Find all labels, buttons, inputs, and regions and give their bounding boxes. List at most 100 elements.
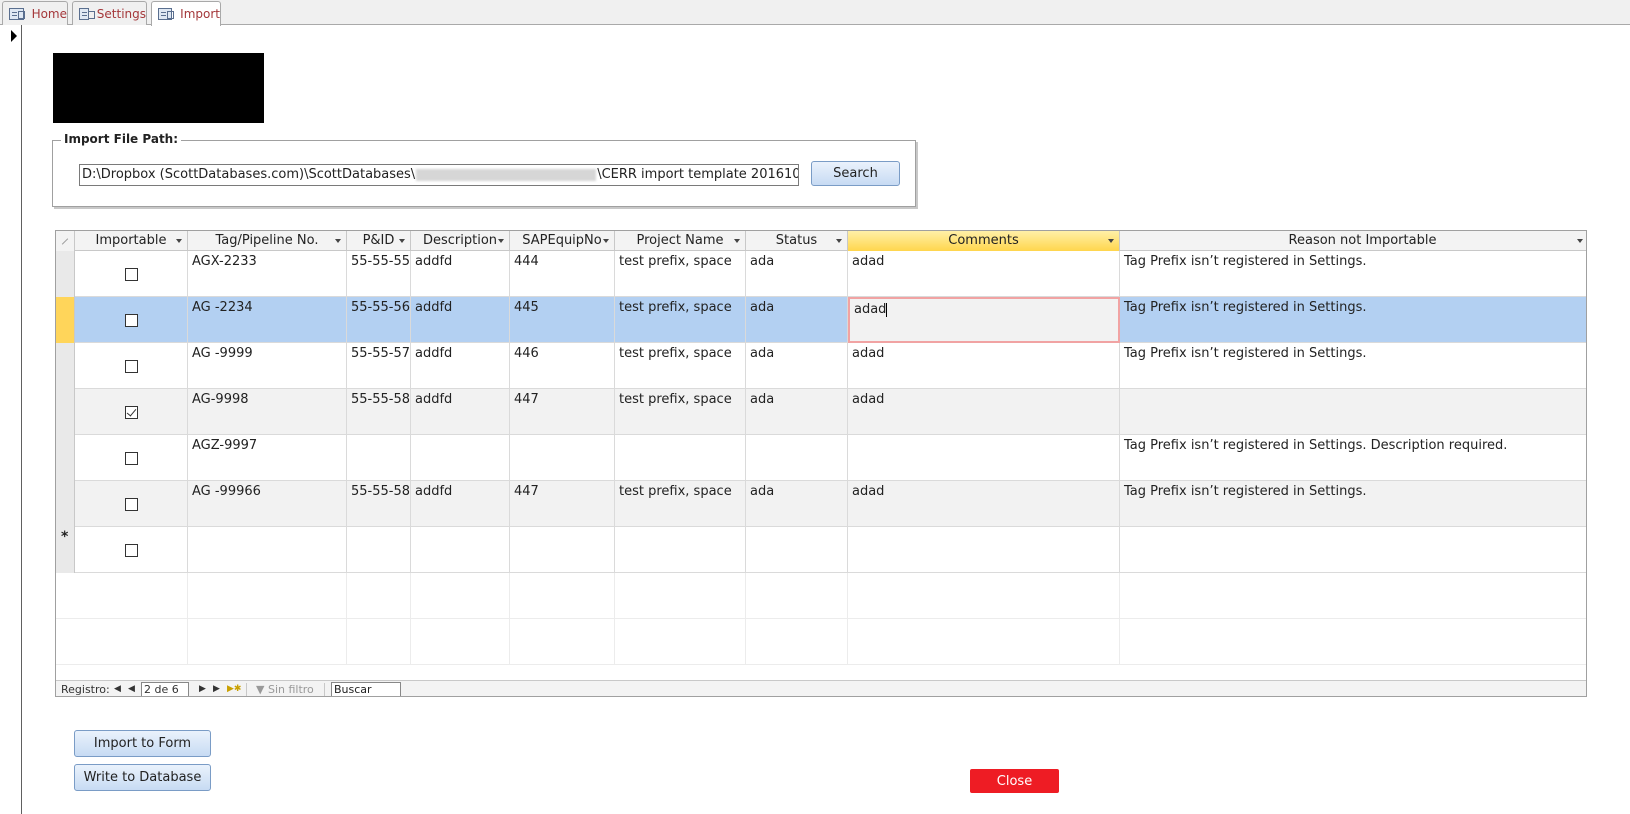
- cell-pid[interactable]: 55-55-56: [347, 297, 411, 343]
- cell-description[interactable]: addfd: [411, 297, 510, 343]
- cell-description[interactable]: [411, 435, 510, 481]
- cell-description[interactable]: addfd: [411, 343, 510, 389]
- cell-reason[interactable]: [1120, 527, 1586, 573]
- column-dropdown-icon[interactable]: [734, 239, 740, 243]
- cell-tag[interactable]: AG -2234: [188, 297, 347, 343]
- column-header-project-name[interactable]: Project Name: [615, 231, 746, 251]
- cell-project-name[interactable]: test prefix, space: [615, 481, 746, 527]
- cell-pid[interactable]: 55-55-57: [347, 343, 411, 389]
- cell-pid[interactable]: 55-55-58: [347, 389, 411, 435]
- cell-sapequipno[interactable]: [510, 527, 615, 573]
- form-record-selector[interactable]: [0, 25, 22, 814]
- tab-import[interactable]: Import: [151, 1, 221, 26]
- cell-tag[interactable]: [188, 527, 347, 573]
- column-header-sapequipno[interactable]: SAPEquipNo: [510, 231, 615, 251]
- column-dropdown-icon[interactable]: [335, 239, 341, 243]
- cell-sapequipno[interactable]: [510, 435, 615, 481]
- importable-checkbox[interactable]: [125, 314, 138, 327]
- import-file-path-input[interactable]: D:\Dropbox (ScottDatabases.com)\ScottDat…: [79, 164, 799, 186]
- cell-sapequipno[interactable]: 446: [510, 343, 615, 389]
- cell-status[interactable]: ada: [746, 481, 848, 527]
- close-button[interactable]: Close: [970, 769, 1059, 793]
- cell-description[interactable]: [411, 527, 510, 573]
- cell-sapequipno[interactable]: 447: [510, 481, 615, 527]
- previous-record-icon[interactable]: ◀: [128, 684, 135, 694]
- cell-comments[interactable]: [848, 527, 1120, 573]
- importable-checkbox[interactable]: [125, 268, 138, 281]
- cell-sapequipno[interactable]: 447: [510, 389, 615, 435]
- table-row[interactable]: AGX-2233 55-55-55 addfd 444 test prefix, spa…: [56, 251, 1586, 297]
- table-row[interactable]: AG -99966 55-55-58 addfd 447 test prefix, sp…: [56, 481, 1586, 527]
- write-to-database-button[interactable]: Write to Database: [74, 764, 211, 791]
- cell-tag[interactable]: AG -99966: [188, 481, 347, 527]
- cell-pid[interactable]: [347, 527, 411, 573]
- cell-comments[interactable]: adad: [848, 251, 1120, 297]
- cell-description[interactable]: addfd: [411, 251, 510, 297]
- cell-pid[interactable]: 55-55-55: [347, 251, 411, 297]
- table-row[interactable]: AG-9998 55-55-58 addfd 447 test prefix, spac…: [56, 389, 1586, 435]
- row-selector[interactable]: [56, 297, 75, 343]
- cell-sapequipno[interactable]: 444: [510, 251, 615, 297]
- import-to-form-button[interactable]: Import to Form: [74, 730, 211, 757]
- cell-reason[interactable]: Tag Prefix isn’t registered in Settings.: [1120, 481, 1586, 527]
- cell-project-name[interactable]: [615, 435, 746, 481]
- cell-status[interactable]: [746, 435, 848, 481]
- table-row[interactable]: AG -9999 55-55-57 addfd 446 test prefix, spa…: [56, 343, 1586, 389]
- column-header-pid[interactable]: P&ID: [347, 231, 411, 251]
- cell-status[interactable]: ada: [746, 297, 848, 343]
- select-all-corner[interactable]: [56, 231, 75, 251]
- cell-importable[interactable]: [75, 481, 188, 527]
- importable-checkbox[interactable]: [125, 544, 138, 557]
- tab-home[interactable]: Home: [2, 1, 68, 25]
- row-selector[interactable]: *: [56, 527, 75, 573]
- cell-tag[interactable]: AGZ-9997: [188, 435, 347, 481]
- cell-description[interactable]: addfd: [411, 389, 510, 435]
- column-header-reason[interactable]: Reason not Importable: [1120, 231, 1586, 251]
- cell-reason[interactable]: Tag Prefix isn’t registered in Settings.: [1120, 343, 1586, 389]
- row-selector[interactable]: [56, 435, 75, 481]
- cell-importable[interactable]: [75, 527, 188, 573]
- cell-project-name[interactable]: test prefix, space: [615, 297, 746, 343]
- cell-comments[interactable]: [848, 435, 1120, 481]
- no-filter-indicator[interactable]: ▼ Sin filtro: [256, 683, 314, 696]
- column-dropdown-icon[interactable]: [176, 239, 182, 243]
- cell-comments[interactable]: adad: [848, 343, 1120, 389]
- cell-description[interactable]: addfd: [411, 481, 510, 527]
- importable-checkbox[interactable]: [125, 360, 138, 373]
- cell-status[interactable]: ada: [746, 251, 848, 297]
- first-record-icon[interactable]: ◀: [114, 684, 121, 694]
- cell-tag[interactable]: AG-9998: [188, 389, 347, 435]
- column-dropdown-icon[interactable]: [498, 239, 504, 243]
- cell-pid[interactable]: 55-55-58: [347, 481, 411, 527]
- cell-project-name[interactable]: test prefix, space: [615, 343, 746, 389]
- column-dropdown-icon[interactable]: [399, 239, 405, 243]
- column-header-importable[interactable]: Importable: [75, 231, 188, 251]
- column-dropdown-icon[interactable]: [1108, 239, 1114, 243]
- cell-reason[interactable]: [1120, 389, 1586, 435]
- cell-project-name[interactable]: test prefix, space: [615, 389, 746, 435]
- tab-settings[interactable]: Settings: [72, 1, 147, 25]
- column-dropdown-icon[interactable]: [836, 239, 842, 243]
- row-selector[interactable]: [56, 389, 75, 435]
- cell-sapequipno[interactable]: 445: [510, 297, 615, 343]
- table-row[interactable]: AGZ-9997 Tag Prefix isn’t registered in S…: [56, 435, 1586, 481]
- cell-importable[interactable]: [75, 435, 188, 481]
- cell-tag[interactable]: AGX-2233: [188, 251, 347, 297]
- cell-importable[interactable]: [75, 343, 188, 389]
- cell-importable[interactable]: [75, 251, 188, 297]
- new-record-row[interactable]: *: [56, 527, 1586, 573]
- cell-comments[interactable]: adad: [848, 389, 1120, 435]
- column-dropdown-icon[interactable]: [1577, 239, 1583, 243]
- cell-pid[interactable]: [347, 435, 411, 481]
- row-selector[interactable]: [56, 251, 75, 297]
- column-header-description[interactable]: Description: [411, 231, 510, 251]
- column-dropdown-icon[interactable]: [603, 239, 609, 243]
- table-row[interactable]: AG -2234 55-55-56 addfd 445 test prefix, spa…: [56, 297, 1586, 343]
- datasheet-search-input[interactable]: Buscar: [331, 682, 401, 696]
- cell-status[interactable]: [746, 527, 848, 573]
- column-header-tag[interactable]: Tag/Pipeline No.: [188, 231, 347, 251]
- cell-tag[interactable]: AG -9999: [188, 343, 347, 389]
- cell-comments[interactable]: adad: [848, 297, 1120, 343]
- column-header-status[interactable]: Status: [746, 231, 848, 251]
- cell-status[interactable]: ada: [746, 389, 848, 435]
